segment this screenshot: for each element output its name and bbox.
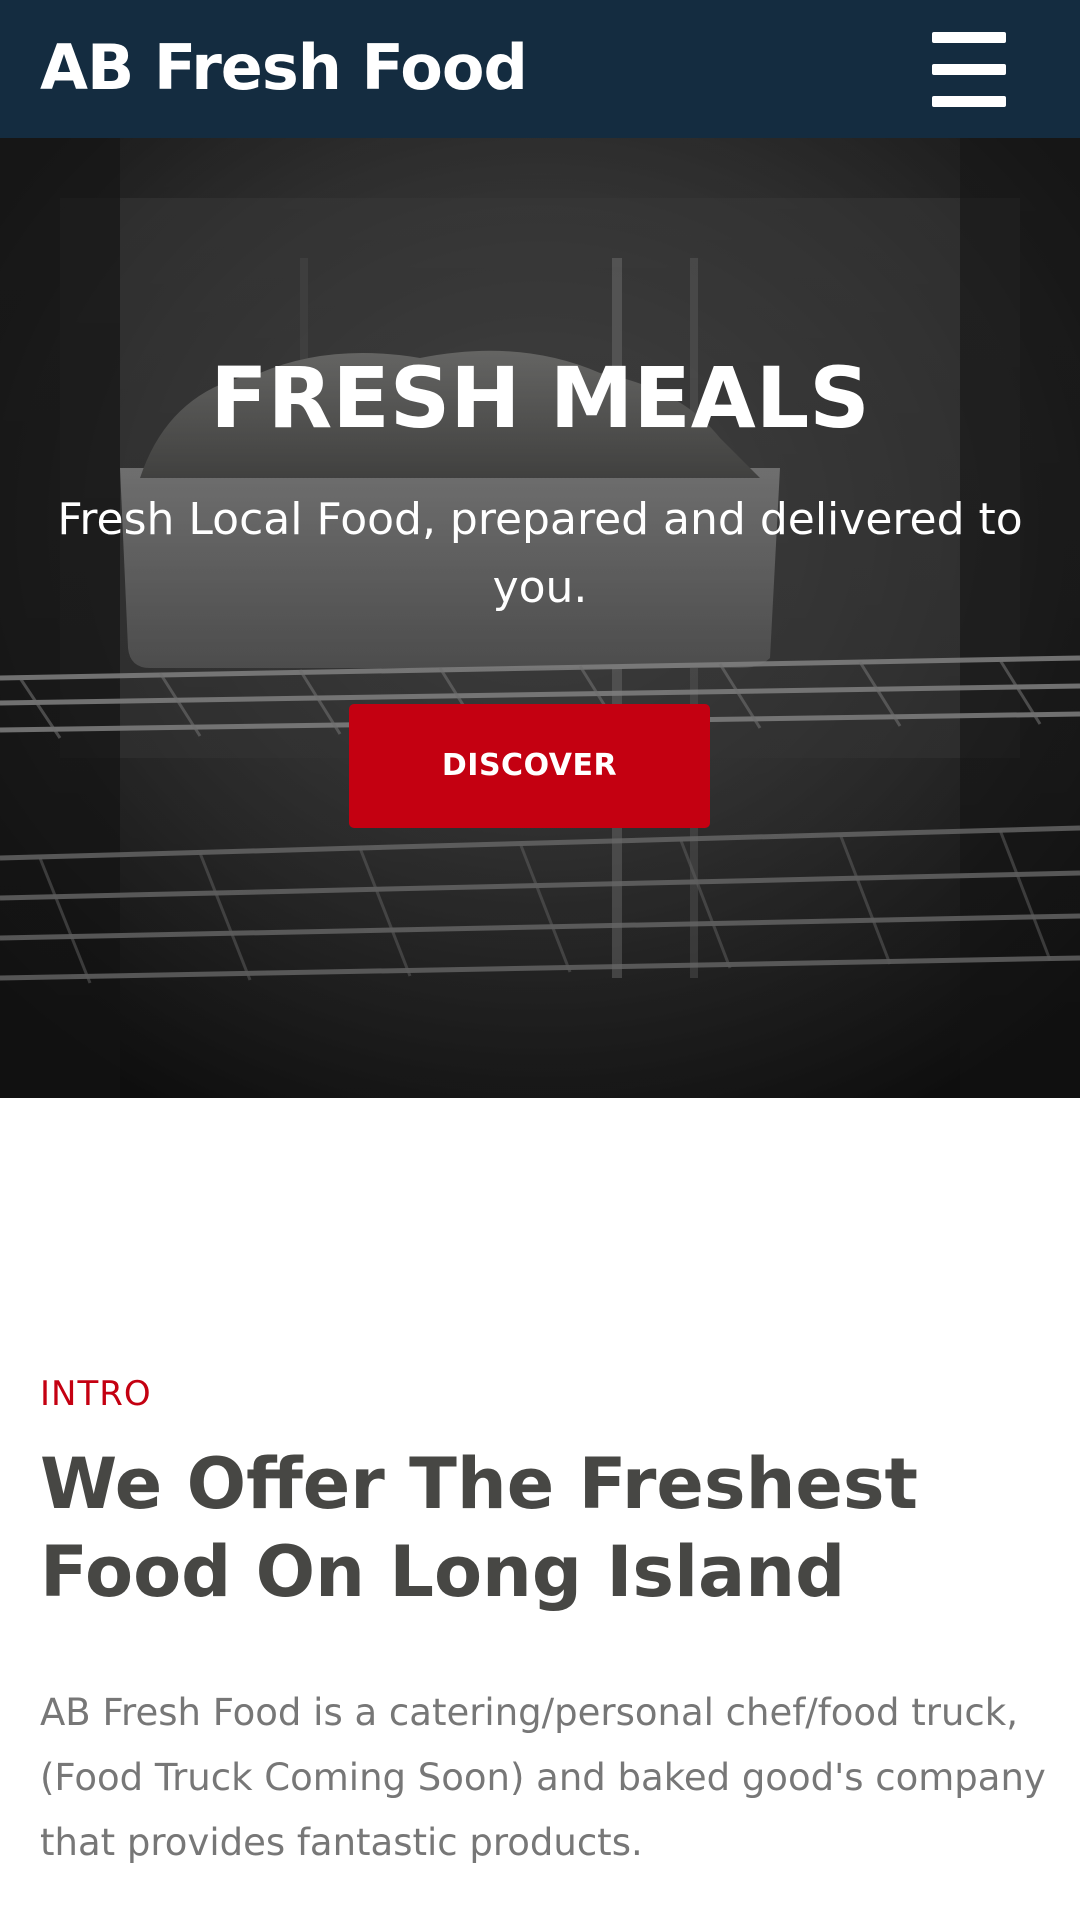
hero-subtitle: Fresh Local Food, prepared and delivered…: [57, 494, 1023, 613]
hero-title: FRESH MEALS: [210, 349, 870, 447]
intro-body-text: AB Fresh Food is a catering/personal che…: [40, 1691, 1046, 1864]
site-header: AB Fresh Food: [0, 0, 1080, 138]
site-logo-text[interactable]: AB Fresh Food: [40, 28, 528, 108]
hamburger-menu-icon[interactable]: [920, 30, 1020, 110]
discover-button[interactable]: DISCOVER: [349, 704, 710, 828]
intro-eyebrow: INTRO: [40, 1374, 152, 1414]
hero-section: FRESH MEALS Fresh Local Food, prepared a…: [0, 138, 1080, 1098]
intro-heading: We Offer The Freshest Food On Long Islan…: [40, 1443, 919, 1613]
